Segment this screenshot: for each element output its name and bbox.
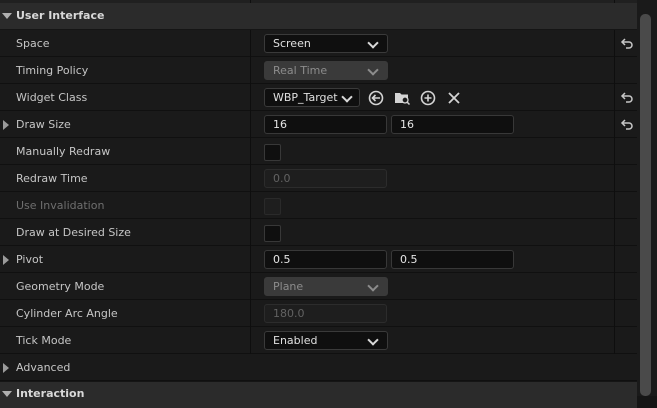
field-value: 0.5 [273,253,291,266]
category-user-interface[interactable]: User Interface [0,3,637,29]
tick-mode-combo[interactable]: Enabled [264,331,388,350]
field-value: 16 [273,118,287,131]
browse-to-asset-icon[interactable] [393,89,411,107]
property-label: Redraw Time [16,172,88,185]
details-panel: User Interface Space Screen Timing Polic… [0,0,637,408]
property-row-advanced[interactable]: Advanced [0,354,637,381]
manually-redraw-checkbox[interactable] [264,144,281,161]
reset-to-default-icon[interactable] [620,91,634,103]
draw-size-x-field[interactable]: 16 [264,115,387,134]
collapse-arrow-icon[interactable] [2,391,12,397]
property-row-pivot: Pivot 0.5 0.5 [0,246,637,273]
property-row-timing-policy: Timing Policy Real Time [0,57,637,84]
widget-class-combo[interactable]: WBP_Target [264,88,360,107]
property-row-redraw-time: Redraw Time 0.0 [0,165,637,192]
plus-circle-icon[interactable] [419,89,437,107]
property-label: Draw at Desired Size [16,226,131,239]
property-label: Geometry Mode [16,280,105,293]
property-label: Manually Redraw [16,145,111,158]
property-label: Cylinder Arc Angle [16,307,118,320]
property-row-geometry-mode: Geometry Mode Plane [0,273,637,300]
pivot-x-field[interactable]: 0.5 [264,250,387,269]
collapse-arrow-icon[interactable] [2,13,12,19]
property-label: Space [16,37,50,50]
property-label: Advanced [16,361,71,374]
combo-value: Enabled [273,334,318,347]
combo-value: Plane [273,280,304,293]
property-row-space: Space Screen [0,30,637,57]
cylinder-arc-angle-field: 180.0 [264,304,387,323]
property-label: Use Invalidation [16,199,105,212]
expand-arrow-icon[interactable] [3,363,9,373]
field-value: 180.0 [273,307,305,320]
combo-value: Real Time [273,64,328,77]
scrollbar-thumb[interactable] [640,14,651,396]
reset-to-default-icon[interactable] [620,37,634,49]
property-label: Widget Class [16,91,88,104]
chevron-down-icon [367,37,379,49]
property-row-draw-at-desired-size: Draw at Desired Size [0,219,637,246]
use-invalidation-checkbox [264,198,281,215]
property-row-cylinder-arc-angle: Cylinder Arc Angle 180.0 [0,300,637,327]
property-row-manually-redraw: Manually Redraw [0,138,637,165]
property-label: Draw Size [16,118,71,131]
field-value: 0.0 [273,172,291,185]
geometry-mode-combo: Plane [264,277,388,296]
reset-to-default-icon[interactable] [620,118,634,130]
combo-value: Screen [273,37,311,50]
category-label: Interaction [16,387,85,400]
property-row-tick-mode: Tick Mode Enabled [0,327,637,354]
pivot-y-field[interactable]: 0.5 [391,250,514,269]
chevron-down-icon [367,334,379,346]
combo-value: WBP_Target [273,91,338,104]
clear-x-icon[interactable] [445,89,463,107]
space-combo[interactable]: Screen [264,34,388,53]
timing-policy-combo: Real Time [264,61,388,80]
use-selected-asset-icon[interactable] [367,89,385,107]
draw-at-desired-size-checkbox[interactable] [264,225,281,242]
expand-arrow-icon[interactable] [3,255,9,265]
property-label: Pivot [16,253,44,266]
chevron-down-icon [367,280,379,292]
property-row-draw-size: Draw Size 16 16 [0,111,637,138]
category-interaction[interactable]: Interaction [0,382,637,408]
field-value: 16 [400,118,414,131]
property-row-widget-class: Widget Class WBP_Target [0,84,637,111]
expand-arrow-icon[interactable] [3,120,9,130]
field-value: 0.5 [400,253,418,266]
property-row-use-invalidation: Use Invalidation [0,192,637,219]
chevron-down-icon [341,91,353,103]
category-label: User Interface [16,9,105,22]
property-label: Timing Policy [16,64,89,77]
redraw-time-field: 0.0 [264,169,387,188]
property-label: Tick Mode [16,334,72,347]
draw-size-y-field[interactable]: 16 [391,115,514,134]
chevron-down-icon [367,64,379,76]
